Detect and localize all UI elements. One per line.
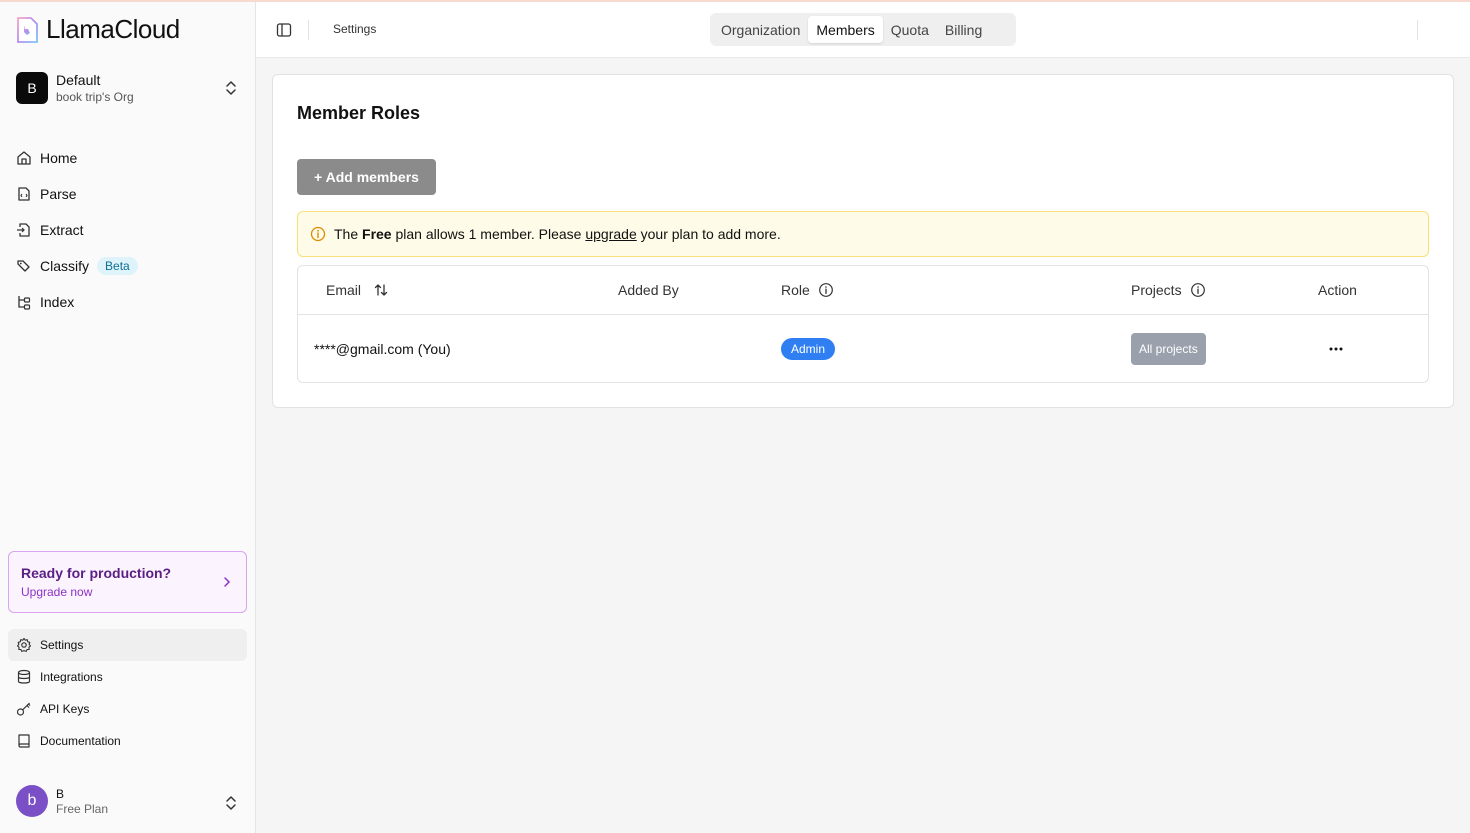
page-title: Member Roles [297, 103, 421, 123]
top-header: Settings Organization Members Quota Bill… [256, 2, 1470, 58]
alert-text-part: your plan to add more. [636, 226, 781, 242]
column-label: Email [326, 282, 362, 298]
column-label: Role [781, 282, 810, 298]
table-header: Email Added By Role Projects Action [298, 266, 1428, 315]
tab-quota[interactable]: Quota [883, 16, 937, 43]
nav-label: Classify [40, 258, 90, 274]
role-badge[interactable]: Admin [781, 338, 836, 360]
tab-billing[interactable]: Billing [937, 16, 990, 43]
nav-item-classify[interactable]: Classify Beta [8, 248, 248, 284]
members-table: Email Added By Role Projects Action ****… [297, 265, 1429, 383]
sort-icon[interactable] [373, 282, 389, 298]
nav-item-integrations[interactable]: Integrations [8, 661, 247, 693]
tab-members[interactable]: Members [808, 16, 883, 43]
nav-item-index[interactable]: Index [8, 284, 248, 320]
book-icon [18, 734, 30, 748]
member-email: ****@gmail.com (You) [314, 341, 451, 357]
sidebar-toggle-icon[interactable] [276, 22, 292, 38]
promo-title: Ready for production? [21, 565, 172, 581]
alert-text-part: plan allows 1 member. Please [391, 226, 586, 242]
column-label: Projects [1131, 282, 1182, 298]
column-role: Role [781, 282, 834, 298]
nav-label: Home [40, 150, 78, 166]
home-icon [17, 151, 31, 165]
sidebar: LlamaCloud B Default book trip's Org Hom… [0, 2, 256, 833]
add-members-button[interactable]: + Add members [297, 159, 436, 195]
nav-item-documentation[interactable]: Documentation [8, 725, 247, 757]
upgrade-link[interactable]: upgrade [585, 226, 636, 242]
member-roles-card: Member Roles + Add members The Free plan… [272, 74, 1454, 408]
nav-label: API Keys [40, 702, 90, 716]
plan-limit-alert: The Free plan allows 1 member. Please up… [297, 211, 1429, 257]
nav-label: Parse [40, 186, 77, 202]
file-export-icon [17, 223, 30, 237]
info-icon[interactable] [1190, 282, 1206, 298]
tab-organization[interactable]: Organization [713, 16, 808, 43]
column-label: Added By [618, 282, 679, 298]
app-logo[interactable]: LlamaCloud [16, 14, 180, 45]
more-actions-icon[interactable] [1328, 346, 1344, 352]
table-row: ****@gmail.com (You) Admin All projects [298, 315, 1428, 383]
file-code-icon [18, 187, 30, 201]
alert-text: The Free plan allows 1 member. Please up… [334, 226, 781, 242]
gear-icon [16, 637, 32, 652]
user-plan: Free Plan [56, 801, 109, 816]
nav-label: Extract [40, 222, 84, 238]
app-name: LlamaCloud [46, 14, 180, 44]
projects-badge[interactable]: All projects [1131, 333, 1206, 365]
column-projects: Projects [1131, 282, 1206, 298]
chevrons-up-down-icon [226, 796, 236, 810]
header-divider [1417, 20, 1418, 40]
nav-label: Integrations [40, 670, 103, 684]
nav-item-parse[interactable]: Parse [8, 176, 248, 212]
chevrons-up-down-icon [226, 81, 236, 95]
key-icon [16, 702, 31, 716]
user-name: B [56, 786, 65, 801]
bottom-nav: Settings Integrations API Keys Documenta… [8, 629, 247, 757]
alert-text-part: The [334, 226, 363, 242]
settings-tabs: Organization Members Quota Billing [710, 13, 1016, 46]
upgrade-promo[interactable]: Ready for production? Upgrade now [8, 551, 247, 613]
promo-subtitle: Upgrade now [21, 585, 93, 599]
avatar: b [16, 785, 48, 817]
tree-icon [18, 296, 31, 310]
user-menu[interactable]: b B Free Plan [16, 785, 246, 817]
header-divider [308, 20, 309, 40]
org-avatar: B [16, 72, 48, 104]
column-label: Action [1318, 282, 1357, 298]
main-nav: Home Parse Extract Classify Beta Index [8, 140, 248, 320]
llama-logo-icon [17, 16, 38, 43]
nav-item-home[interactable]: Home [8, 140, 248, 176]
nav-label: Settings [40, 638, 84, 652]
nav-item-settings[interactable]: Settings [8, 629, 247, 661]
breadcrumb[interactable]: Settings [333, 22, 376, 36]
nav-label: Index [40, 294, 75, 310]
beta-badge: Beta [97, 257, 138, 275]
tags-icon [17, 260, 30, 272]
chevron-right-icon [224, 577, 231, 587]
column-added-by: Added By [618, 282, 679, 298]
org-switcher[interactable]: B Default book trip's Org [16, 70, 246, 106]
nav-label: Documentation [40, 734, 121, 748]
alert-plan-name: Free [362, 226, 392, 242]
info-circle-icon [310, 226, 326, 242]
column-email[interactable]: Email [326, 282, 389, 298]
org-name: Default [56, 72, 101, 88]
nav-item-api-keys[interactable]: API Keys [8, 693, 247, 725]
column-action: Action [1318, 282, 1357, 298]
nav-item-extract[interactable]: Extract [8, 212, 248, 248]
info-icon[interactable] [818, 282, 834, 298]
org-subtitle: book trip's Org [56, 90, 134, 104]
database-icon [17, 669, 31, 684]
